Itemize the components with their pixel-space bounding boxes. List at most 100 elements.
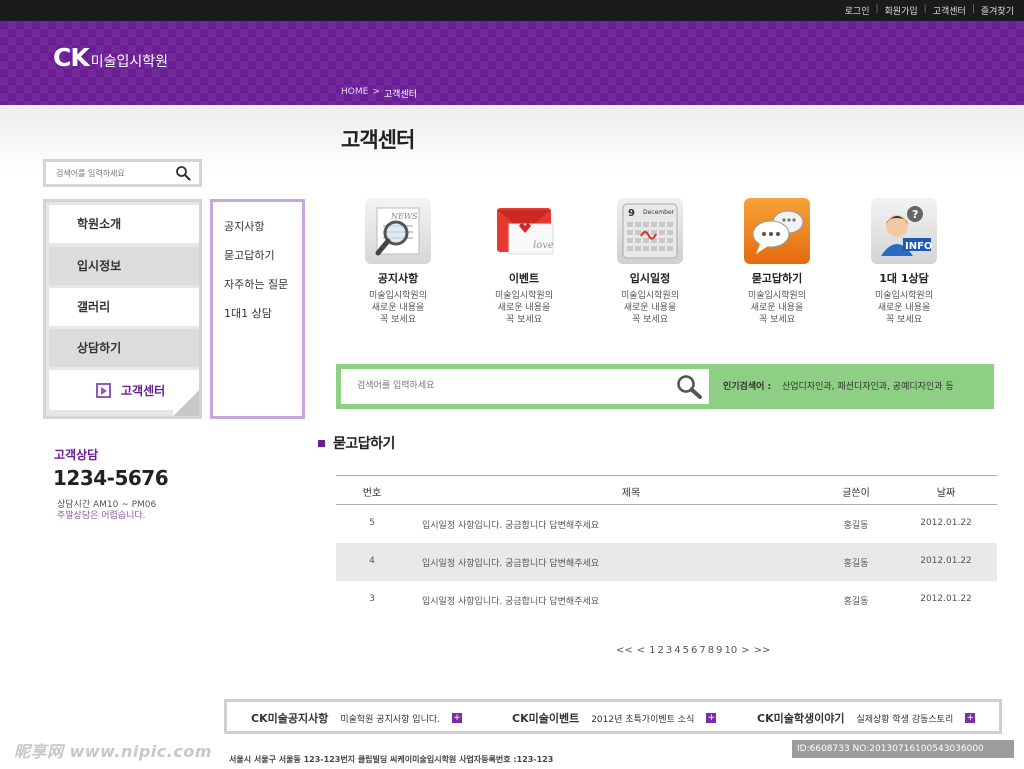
service-title: 이벤트 bbox=[508, 272, 540, 285]
header: CK 미술입시학원 HOME > 고객센터 bbox=[0, 21, 1024, 105]
service-desc: 미술입시학원의 새로운 내용을 꼭 보세요 bbox=[495, 291, 553, 325]
breadcrumb-separator: > bbox=[372, 87, 380, 97]
row-author: 홍길동 bbox=[843, 559, 869, 569]
row-number: 4 bbox=[369, 556, 375, 566]
breadcrumb-home[interactable]: HOME bbox=[341, 87, 368, 100]
banner-title[interactable]: CK미술공지사항 bbox=[251, 710, 328, 726]
top-bar: 로그인 | 회원가입 | 고객센터 | 즐겨찾기 bbox=[0, 0, 1024, 21]
info-icon-text: INFO bbox=[905, 241, 932, 252]
service-one-on-one[interactable]: ? INFO 1대 1상담 미술입시학원의 새로운 내용을 꼭 보세요 bbox=[844, 198, 964, 326]
main-search-input[interactable] bbox=[357, 379, 657, 393]
login-link[interactable]: 로그인 bbox=[845, 4, 870, 17]
last-page-button[interactable]: >> bbox=[754, 645, 771, 656]
page-link[interactable]: 4 bbox=[674, 645, 680, 656]
service-title: 묻고답하기 bbox=[751, 272, 803, 285]
calendar-icon: 9 December bbox=[617, 198, 683, 264]
sub-menu-item-faq[interactable]: 자주하는 질문 bbox=[224, 276, 288, 292]
search-icon[interactable] bbox=[675, 373, 703, 405]
service-notice[interactable]: NEWS 공지사항 미술입시학원의 새로운 내용을 꼭 보세요 bbox=[338, 198, 458, 326]
side-menu-item-gallery[interactable]: 갤러리 bbox=[49, 288, 199, 326]
table-row[interactable]: 4 입시일정 사항입니다. 궁금합니다 답변해주세요 홍길동 2012.01.2… bbox=[336, 543, 997, 581]
breadcrumb-current: 고객센터 bbox=[383, 90, 417, 100]
first-page-button[interactable]: << bbox=[616, 645, 633, 656]
side-menu-item-admission[interactable]: 입시정보 bbox=[49, 247, 199, 285]
row-author: 홍길동 bbox=[843, 597, 869, 607]
banner-text[interactable]: 2012년 초특가이벤트 소식 bbox=[591, 712, 694, 725]
side-menu-item-academy[interactable]: 학원소개 bbox=[49, 205, 199, 243]
service-desc: 미술입시학원의 새로운 내용을 꼭 보세요 bbox=[748, 291, 806, 325]
side-search-box bbox=[43, 159, 202, 187]
table-row[interactable]: 5 입시일정 사항입니다. 궁금합니다 답변해주세요 홍길동 2012.01.2… bbox=[336, 505, 997, 543]
newspaper-magnifier-icon: NEWS bbox=[365, 198, 431, 264]
banner-title[interactable]: CK미술이벤트 bbox=[512, 710, 579, 726]
more-plus-icon[interactable]: + bbox=[706, 713, 717, 723]
sub-menu-item-one-on-one[interactable]: 1대1 상담 bbox=[224, 305, 272, 321]
page-numbers: 1 2 3 4 5 6 7 8 9 10 bbox=[649, 645, 737, 656]
row-date: 2012.01.22 bbox=[920, 518, 972, 528]
service-desc: 미술입시학원의 새로운 내용을 꼭 보세요 bbox=[369, 291, 427, 325]
watermark-right: ID:6608733 NO:20130716100543036000 bbox=[792, 740, 1014, 758]
side-menu-active-label: 고객센터 bbox=[121, 384, 166, 398]
more-plus-icon[interactable]: + bbox=[965, 713, 976, 723]
search-icon[interactable] bbox=[175, 165, 191, 185]
row-title[interactable]: 입시일정 사항입니다. 궁금합니다 답변해주세요 bbox=[422, 518, 599, 531]
news-icon-text: NEWS bbox=[390, 212, 418, 221]
service-title: 1대 1상담 bbox=[879, 272, 929, 285]
service-desc: 미술입시학원의 새로운 내용을 꼭 보세요 bbox=[875, 291, 933, 325]
service-qna[interactable]: 묻고답하기 미술입시학원의 새로운 내용을 꼭 보세요 bbox=[717, 198, 837, 326]
love-icon-text: love bbox=[533, 240, 554, 251]
logo[interactable]: CK 미술입시학원 bbox=[53, 43, 168, 72]
sub-menu-item-notice[interactable]: 공지사항 bbox=[224, 218, 264, 234]
page-link[interactable]: 3 bbox=[666, 645, 672, 656]
side-menu-item-consult[interactable]: 상담하기 bbox=[49, 329, 199, 367]
banner-item-story: CK미술학생이야기 실제상황 학생 감동스토리 + bbox=[757, 710, 976, 726]
customer-center-link[interactable]: 고객센터 bbox=[933, 4, 966, 17]
page-link[interactable]: 8 bbox=[708, 645, 714, 656]
column-header-author: 글쓴이 bbox=[842, 488, 870, 499]
page-link[interactable]: 6 bbox=[691, 645, 697, 656]
signup-link[interactable]: 회원가입 bbox=[885, 4, 918, 17]
page-fold-decoration bbox=[173, 390, 199, 416]
banner-title[interactable]: CK미술학생이야기 bbox=[757, 710, 844, 726]
page-link[interactable]: 7 bbox=[699, 645, 705, 656]
row-date: 2012.01.22 bbox=[920, 594, 972, 604]
popular-keywords[interactable]: 산업디자인과, 패션디자인과, 공예디자인과 등 bbox=[782, 379, 954, 392]
service-title: 공지사항 bbox=[377, 272, 419, 285]
service-event[interactable]: love 이벤트 미술입시학원의 새로운 내용을 꼭 보세요 bbox=[464, 198, 584, 326]
section-title-text: 묻고답하기 bbox=[333, 436, 395, 452]
page-link[interactable]: 1 bbox=[649, 645, 655, 656]
contact-note: 주말상담은 어렵습니다. bbox=[57, 511, 146, 521]
page-link[interactable]: 5 bbox=[683, 645, 689, 656]
banner-text[interactable]: 실제상황 학생 감동스토리 bbox=[856, 712, 953, 725]
board-table: 번호 제목 글쓴이 날짜 5 입시일정 사항입니다. 궁금합니다 답변해주세요 … bbox=[336, 475, 997, 619]
side-search-input[interactable] bbox=[56, 166, 168, 180]
page-link[interactable]: 10 bbox=[725, 645, 738, 656]
bullet-square-icon bbox=[318, 439, 325, 447]
next-page-button[interactable]: > bbox=[741, 645, 749, 656]
main-search-bar: 인기검색어 : 산업디자인과, 패션디자인과, 공예디자인과 등 bbox=[336, 364, 994, 409]
banner-item-event: CK미술이벤트 2012년 초특가이벤트 소식 + bbox=[512, 710, 717, 726]
calendar-day: 9 bbox=[628, 208, 635, 219]
banner-text[interactable]: 미술학원 공지사항 입니다. bbox=[340, 712, 440, 725]
service-desc: 미술입시학원의 새로운 내용을 꼭 보세요 bbox=[621, 291, 679, 325]
column-header-date: 날짜 bbox=[936, 488, 956, 499]
page-link[interactable]: 9 bbox=[716, 645, 722, 656]
contact-title: 고객상담 bbox=[54, 448, 99, 462]
table-row[interactable]: 3 입시일정 사항입니다. 궁금합니다 답변해주세요 홍길동 2012.01.2… bbox=[336, 581, 997, 619]
service-schedule[interactable]: 9 December 입시일정 미술입시학원의 새로운 내용을 꼭 보세요 bbox=[590, 198, 710, 326]
logo-name: 미술입시학원 bbox=[90, 54, 169, 70]
column-header-number: 번호 bbox=[362, 488, 382, 499]
side-menu: 학원소개 입시정보 갤러리 상담하기 고객센터 bbox=[43, 199, 202, 419]
service-title: 입시일정 bbox=[629, 272, 671, 285]
row-title[interactable]: 입시일정 사항입니다. 궁금합니다 답변해주세요 bbox=[422, 594, 599, 607]
page-link[interactable]: 2 bbox=[658, 645, 664, 656]
table-header: 번호 제목 글쓴이 날짜 bbox=[336, 475, 997, 505]
breadcrumb: HOME > 고객센터 bbox=[341, 87, 417, 100]
bookmark-link[interactable]: 즐겨찾기 bbox=[981, 4, 1014, 17]
more-plus-icon[interactable]: + bbox=[452, 713, 462, 723]
sub-menu-item-qna[interactable]: 묻고답하기 bbox=[224, 247, 275, 263]
section-title: 묻고답하기 bbox=[318, 433, 395, 453]
watermark-left: 昵享网 www.nipic.com bbox=[14, 742, 212, 761]
row-title[interactable]: 입시일정 사항입니다. 궁금합니다 답변해주세요 bbox=[422, 556, 599, 569]
prev-page-button[interactable]: < bbox=[637, 645, 645, 656]
